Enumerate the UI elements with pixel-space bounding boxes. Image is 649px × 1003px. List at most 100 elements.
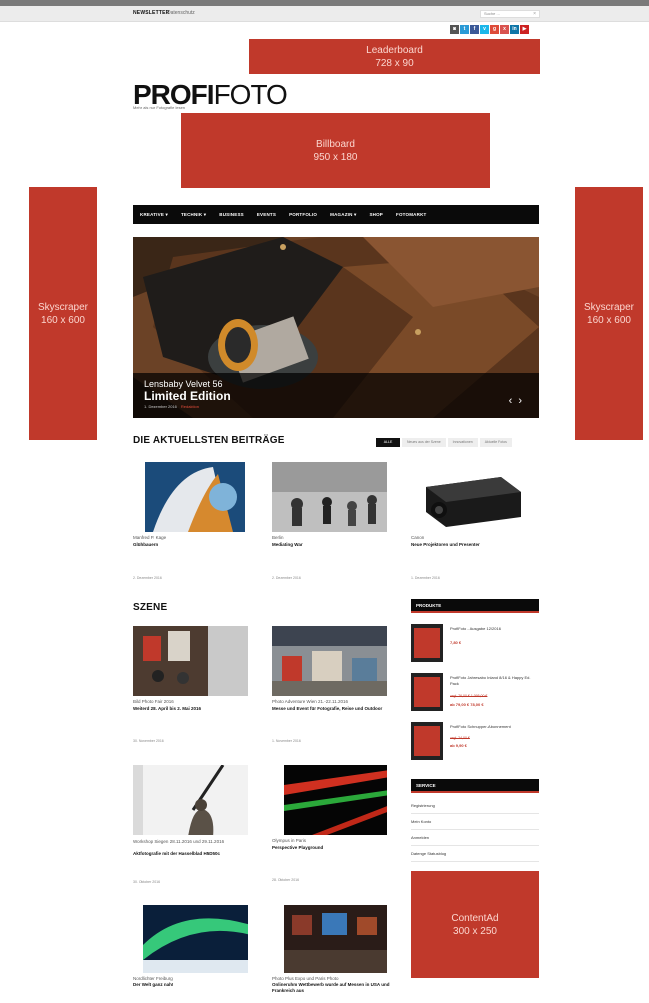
card-title[interactable]: Der Welt ganz nah!: [133, 982, 251, 988]
service-link[interactable]: Mein Konto: [411, 815, 539, 830]
nav-item-kreative[interactable]: KREATIVE ▾: [140, 212, 168, 218]
produkte-heading: PRODUKTE: [411, 599, 539, 613]
search-input[interactable]: Suche ... ×: [480, 10, 540, 18]
tab-alle[interactable]: ALLE: [376, 438, 400, 447]
ad-size: 728 x 90: [375, 57, 414, 69]
nav-item-magazin[interactable]: MAGAZIN ▾: [330, 212, 356, 218]
szene-card[interactable]: Nordlichter Freiburg Der Welt ganz nah!: [133, 905, 248, 1003]
nav-item-portfolio[interactable]: PORTFOLIO: [289, 212, 317, 217]
card-category: Olympus in Paris: [272, 838, 307, 843]
card-date: 2. Dezember 2016: [133, 576, 162, 580]
card-image: [272, 626, 387, 696]
product-title[interactable]: ProfiFoto Schnupper-Abonnement: [450, 724, 538, 730]
service-link[interactable]: Anmelden: [411, 831, 539, 846]
card-title[interactable]: Weiterd 28. April bis 2. Mai 2016: [133, 706, 251, 712]
top-bar: NEWSLETTER Datenschutz Suche ... ×: [0, 6, 649, 22]
nav-item-business[interactable]: BUSINESS: [219, 212, 244, 217]
service-link[interactable]: Datenge Statusblog: [411, 847, 539, 862]
chevron-right-icon[interactable]: ›: [518, 395, 528, 407]
hero-title[interactable]: Limited Edition: [144, 389, 231, 403]
product-thumb: [411, 673, 443, 711]
card-image: [133, 626, 248, 696]
product-title[interactable]: ProfiFoto - Ausgabe 12/2016: [450, 626, 538, 632]
product-item[interactable]: ProfiFoto Schnupper-Abonnement zzgl. 24,…: [411, 722, 539, 760]
xing-icon[interactable]: x: [500, 25, 509, 34]
vimeo-icon[interactable]: v: [480, 25, 489, 34]
search-placeholder: Suche ...: [484, 11, 500, 16]
hero-slider[interactable]: Lensbaby Velvet 56 Limited Edition 1. De…: [133, 237, 539, 418]
ad-size: 950 x 180: [313, 151, 358, 163]
card-title[interactable]: Glühbauern: [133, 542, 251, 548]
szene-card[interactable]: Bild Photo Fair 2016 Weiterd 28. April b…: [133, 626, 248, 751]
ad-name: Billboard: [316, 138, 355, 150]
card-category: Workshop Siegen 28.11.2016 und 29.11.201…: [133, 839, 225, 844]
product-price: ab 79,00 € 78,00 €: [450, 702, 484, 707]
card-date: 28. Oktober 2016: [272, 878, 300, 882]
datenschutz-link[interactable]: Datenschutz: [167, 10, 195, 16]
card-image: [143, 905, 248, 973]
latest-tabs: ALLE Neues aus der Szene Innovationen Ak…: [376, 438, 512, 448]
card-category: Manfred P. Kage: [133, 535, 167, 540]
card-image: [272, 462, 387, 532]
hero-subtitle: Lensbaby Velvet 56: [144, 379, 223, 389]
product-old-price: zzgl. 24,00 €: [450, 736, 470, 740]
product-price: ab 9,90 €: [450, 743, 467, 748]
card-title[interactable]: Onlineruhm Wettbewerb wurde auf Messen i…: [272, 982, 390, 994]
product-item[interactable]: ProfiFoto Jahresabo Inland 8/16 & Happy …: [411, 673, 539, 711]
skyscraper-right-ad[interactable]: Skyscraper 160 x 600: [575, 187, 643, 440]
card-date: 30. Oktober 2016: [133, 880, 161, 884]
product-title[interactable]: ProfiFoto Jahresabo Inland 8/16 & Happy …: [450, 675, 538, 687]
card-date: 2. Dezember 2016: [272, 576, 301, 580]
ad-name: Leaderboard: [366, 44, 423, 56]
card-image: [284, 905, 387, 973]
card-title[interactable]: Neue Projektoren und Presenter: [411, 542, 529, 548]
newsletter-link[interactable]: NEWSLETTER: [133, 10, 169, 16]
tab-szene[interactable]: Neues aus der Szene: [402, 438, 446, 447]
instagram-icon[interactable]: ◙: [450, 25, 459, 34]
nav-item-fotomarkt[interactable]: FOTOMARKT: [396, 212, 426, 217]
card-category: Berlin: [272, 535, 284, 540]
card-date: 30. November 2016: [133, 739, 164, 743]
contentad-ad[interactable]: ContentAd 300 x 250: [411, 871, 539, 978]
product-price: 7,80 €: [450, 640, 462, 645]
latest-card[interactable]: Canon Neue Projektoren und Presenter 1. …: [411, 462, 526, 587]
billboard-ad[interactable]: Billboard 950 x 180: [181, 113, 490, 188]
card-category: Canon: [411, 535, 425, 540]
facebook-icon[interactable]: f: [470, 25, 479, 34]
nav-item-events[interactable]: EVENTS: [257, 212, 276, 217]
card-image: [411, 462, 526, 532]
szene-card[interactable]: Photo Adventure Wien 21.-22.11.2016 Mess…: [272, 626, 387, 751]
card-category: Photo Adventure Wien 21.-22.11.2016: [272, 699, 348, 704]
youtube-icon[interactable]: ▶: [520, 25, 529, 34]
skyscraper-left-ad[interactable]: Skyscraper 160 x 600: [29, 187, 97, 440]
nav-item-shop[interactable]: SHOP: [369, 212, 383, 217]
googleplus-icon[interactable]: g: [490, 25, 499, 34]
szene-card[interactable]: Photo Plus Expo und Paris Photo Onlineru…: [272, 905, 390, 1003]
card-title[interactable]: Perspective Playground: [272, 845, 390, 851]
hero-date: 1. Dezember 2016: [144, 404, 177, 409]
close-icon[interactable]: ×: [533, 11, 536, 17]
szene-card[interactable]: Olympus in Paris Perspective Playground …: [272, 765, 387, 890]
tab-aktuelle-fotos[interactable]: Aktuelle Fotos: [479, 438, 512, 447]
slider-arrows: ‹›: [509, 395, 528, 407]
card-category: Bild Photo Fair 2016: [133, 699, 174, 704]
service-link[interactable]: Registrierung: [411, 799, 539, 814]
latest-card[interactable]: Berlin Mediating War 2. Dezember 2016: [272, 462, 387, 587]
latest-card[interactable]: Manfred P. Kage Glühbauern 2. Dezember 2…: [133, 462, 248, 587]
tab-innovationen[interactable]: Innovationen: [447, 438, 478, 447]
szene-card[interactable]: Workshop Siegen 28.11.2016 und 29.11.201…: [133, 765, 248, 890]
hero-author[interactable]: Redaktion: [181, 404, 199, 409]
ad-name: ContentAd: [451, 912, 499, 924]
chevron-left-icon[interactable]: ‹: [509, 395, 519, 407]
card-title[interactable]: Aktfotografie mit der Hasselblad H5D50c: [133, 851, 251, 857]
nav-item-technik[interactable]: TECHNIK ▾: [181, 212, 206, 218]
card-category: Nordlichter Freiburg: [133, 976, 173, 981]
hero-caption: Lensbaby Velvet 56 Limited Edition 1. De…: [133, 373, 539, 418]
card-title[interactable]: Mediating War: [272, 542, 390, 548]
product-item[interactable]: ProfiFoto - Ausgabe 12/2016 7,80 €: [411, 624, 539, 662]
card-title[interactable]: Messe und Event für Fotografie, Reise un…: [272, 706, 390, 712]
twitter-icon[interactable]: t: [460, 25, 469, 34]
linkedin-icon[interactable]: in: [510, 25, 519, 34]
card-date: 1. Dezember 2016: [411, 576, 440, 580]
leaderboard-ad[interactable]: Leaderboard 728 x 90: [249, 39, 540, 74]
